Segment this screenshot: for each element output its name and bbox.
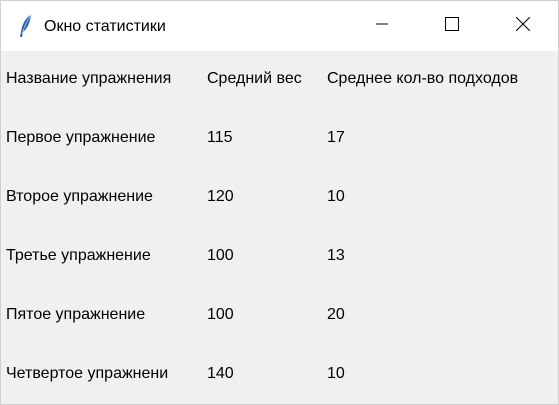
table-cell-average-sets: 10 [327, 365, 345, 382]
minimize-button[interactable] [347, 1, 417, 51]
table-cell-average-weight: 115 [207, 129, 233, 146]
column-header-average-weight: Средний вес [207, 70, 302, 87]
table-cell-exercise-name: Четвертое упражнени [6, 365, 169, 382]
table-cell-average-sets: 13 [327, 247, 345, 264]
table-cell-exercise-name: Первое упражнение [6, 129, 156, 146]
table-cell-average-sets: 20 [327, 306, 345, 323]
window-title: Окно статистики [44, 18, 166, 35]
maximize-icon [445, 16, 459, 36]
table-cell-exercise-name: Второе упражнение [6, 188, 153, 205]
minimize-icon [376, 17, 388, 35]
title-bar[interactable]: Окно статистики [1, 1, 558, 51]
column-header-exercise-name: Название упражнения [6, 70, 172, 87]
table-cell-exercise-name: Пятое упражнение [6, 306, 146, 323]
close-button[interactable] [488, 1, 558, 51]
close-icon [515, 16, 531, 36]
table-cell-average-sets: 17 [327, 129, 345, 146]
table-cell-average-weight: 120 [207, 188, 234, 205]
table-cell-average-sets: 10 [327, 188, 345, 205]
column-header-average-sets: Среднее кол-во подходов [327, 70, 519, 87]
table-cell-exercise-name: Третье упражнение [6, 247, 151, 264]
table-cell-average-weight: 100 [207, 247, 234, 264]
statistics-window: Окно статистики Название упражнения Сред… [0, 0, 559, 405]
table-cell-average-weight: 140 [207, 365, 234, 382]
table-cell-average-weight: 100 [207, 306, 234, 323]
maximize-button[interactable] [417, 1, 487, 51]
feather-icon [15, 13, 37, 39]
